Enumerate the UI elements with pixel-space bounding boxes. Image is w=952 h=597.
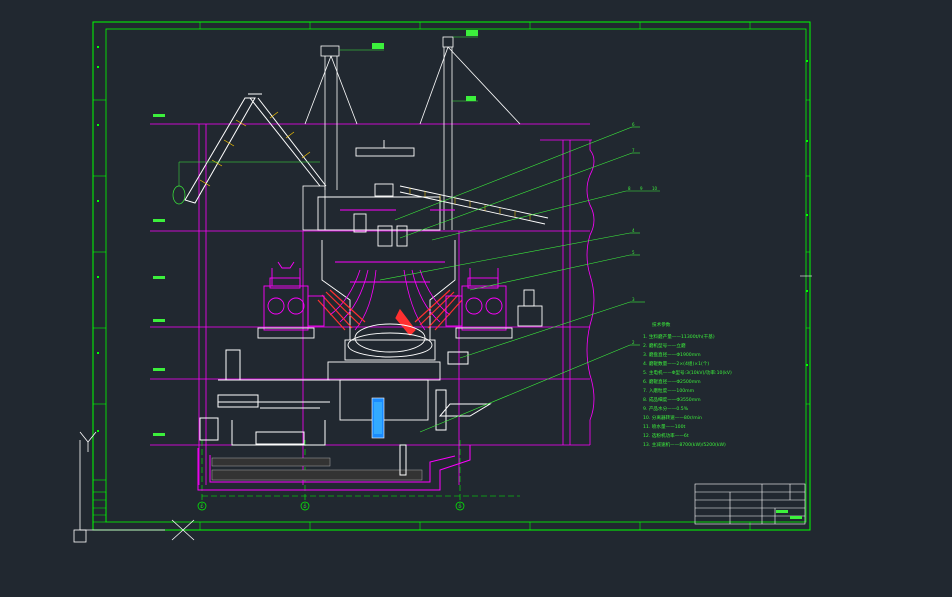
upper-platform — [317, 140, 549, 247]
axis-marker-2: ② — [303, 504, 307, 509]
notes-title: 技术参数 — [652, 321, 671, 328]
note-line-3: 3. 磨盘直径——Φ1900mm — [643, 351, 701, 358]
bucket-elevator-duct — [172, 93, 327, 231]
callout-tag-1: 6 — [632, 122, 635, 127]
note-line-4: 4. 磨辊数量——2×(4组)×1(个) — [643, 360, 709, 367]
stack-labels — [372, 30, 478, 101]
callout-tag-2: 7 — [632, 148, 635, 153]
note-line-12: 12. 选粉机功率——6t — [643, 432, 689, 439]
note-line-5: 5. 主电机——Φ型号:3(10kV)/功率:10(kV) — [643, 369, 732, 376]
callout-tag-7: 5 — [632, 250, 635, 255]
cad-drawing-viewport[interactable]: ① ② ③ 6 7 8 9 10 4 5 3 2 技术参数 1. 生料磨产量——… — [0, 0, 952, 597]
note-line-6: 6. 磨辊直径——Φ2500mm — [643, 378, 701, 385]
axis-marker-3: ③ — [458, 504, 462, 509]
right-roller-drive — [445, 268, 543, 339]
callout-tag-6: 4 — [632, 228, 635, 233]
note-line-10: 10. 分离器转速——80r/min — [643, 414, 702, 421]
floor-levels — [150, 123, 590, 446]
note-line-2: 2. 磨机型号——立磨 — [643, 342, 686, 349]
stack-leaders — [339, 36, 478, 102]
drawing-frame — [92, 21, 811, 531]
callout-tag-8: 3 — [632, 297, 635, 302]
note-line-1: 1. 生料磨产量——11300t/h(干基) — [643, 333, 715, 340]
mill-body — [317, 240, 463, 439]
callout-tag-5: 10 — [652, 186, 658, 191]
exhaust-stacks — [304, 36, 521, 230]
building-columns — [198, 124, 595, 485]
floor-level-marks — [153, 114, 165, 436]
callout-tag-3: 8 — [628, 186, 631, 191]
title-block — [694, 483, 806, 525]
callout-leaders — [379, 126, 660, 433]
note-line-7: 7. 入磨粒度——100mm — [643, 387, 695, 394]
note-line-11: 11. 喷水量——100t — [643, 423, 686, 430]
axis-marker-1: ① — [200, 504, 204, 509]
axis-markers — [197, 501, 465, 511]
ucs-icon[interactable] — [73, 431, 195, 543]
note-line-9: 9. 产品水分——0.5% — [643, 405, 689, 412]
callout-tag-4: 9 — [640, 186, 643, 191]
note-line-13: 13. 主减速机——8700(kW)/5200(kW) — [643, 441, 726, 448]
note-line-8: 8. 成品细度——Φ3550mm — [643, 396, 701, 403]
technical-notes: 技术参数 1. 生料磨产量——11300t/h(干基) 2. 磨机型号——立磨 … — [643, 321, 732, 448]
callout-tag-9: 2 — [632, 340, 635, 345]
